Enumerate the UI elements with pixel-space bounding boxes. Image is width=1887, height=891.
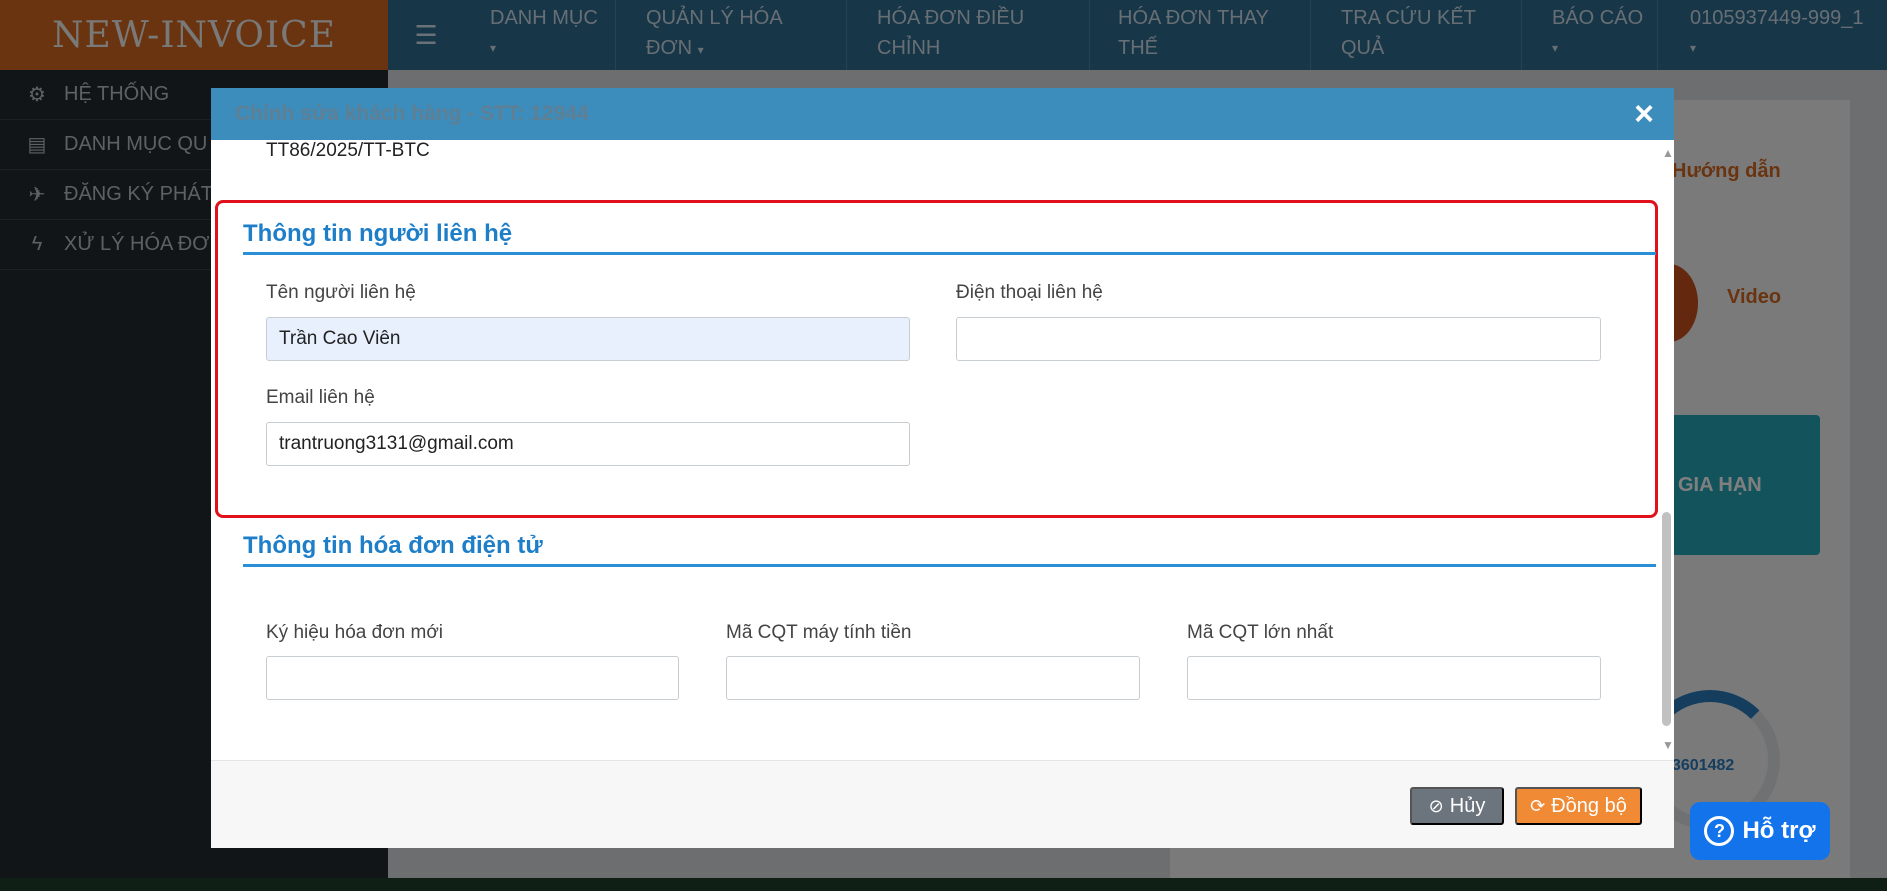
previous-field-text: TT86/2025/TT-BTC <box>266 140 430 161</box>
cqt-pos-label: Mã CQT máy tính tiền <box>726 622 912 643</box>
contact-email-input[interactable] <box>266 422 910 466</box>
modal-title: Chỉnh sửa khách hàng - STT: 12944 <box>235 102 589 125</box>
modal-body: TT86/2025/TT-BTC Thông tin người liên hệ… <box>211 140 1674 760</box>
scroll-down-icon[interactable]: ▼ <box>1662 738 1674 752</box>
contact-phone-input[interactable] <box>956 317 1601 361</box>
contact-name-label: Tên người liên hệ <box>266 282 416 303</box>
invoice-symbol-input[interactable] <box>266 656 679 700</box>
edit-customer-modal: Chỉnh sửa khách hàng - STT: 12944 × TT86… <box>211 88 1674 848</box>
modal-header: Chỉnh sửa khách hàng - STT: 12944 × <box>211 88 1674 140</box>
scroll-up-icon[interactable]: ▲ <box>1662 146 1674 160</box>
einvoice-section-title: Thông tin hóa đơn điện tử <box>243 532 543 559</box>
contact-section-title: Thông tin người liên hệ <box>243 220 513 247</box>
cqt-max-label: Mã CQT lớn nhất <box>1187 622 1334 643</box>
contact-email-label: Email liên hệ <box>266 387 375 408</box>
refresh-icon: ⟳ <box>1530 795 1546 816</box>
sync-button[interactable]: ⟳ Đồng bộ <box>1515 787 1642 825</box>
cancel-label: Hủy <box>1449 794 1486 817</box>
section-divider <box>243 564 1656 567</box>
cqt-pos-input[interactable] <box>726 656 1140 700</box>
invoice-symbol-label: Ký hiệu hóa đơn mới <box>266 622 444 643</box>
contact-name-input[interactable] <box>266 317 910 361</box>
contact-phone-label: Điện thoại liên hệ <box>956 282 1103 303</box>
support-label: Hỗ trợ <box>1742 817 1816 844</box>
close-icon[interactable]: × <box>1634 96 1654 132</box>
ban-icon: ⊘ <box>1428 795 1444 816</box>
scroll-thumb[interactable] <box>1662 512 1671 726</box>
modal-footer: ⊘ Hủy ⟳ Đồng bộ <box>211 760 1674 848</box>
section-divider <box>243 252 1656 255</box>
sync-label: Đồng bộ <box>1551 794 1627 817</box>
help-icon: ? <box>1704 816 1735 846</box>
cancel-button[interactable]: ⊘ Hủy <box>1410 787 1504 825</box>
support-button[interactable]: ? Hỗ trợ <box>1690 802 1830 860</box>
modal-scrollbar[interactable]: ▲ ▼ <box>1659 146 1674 752</box>
cqt-max-input[interactable] <box>1187 656 1601 700</box>
